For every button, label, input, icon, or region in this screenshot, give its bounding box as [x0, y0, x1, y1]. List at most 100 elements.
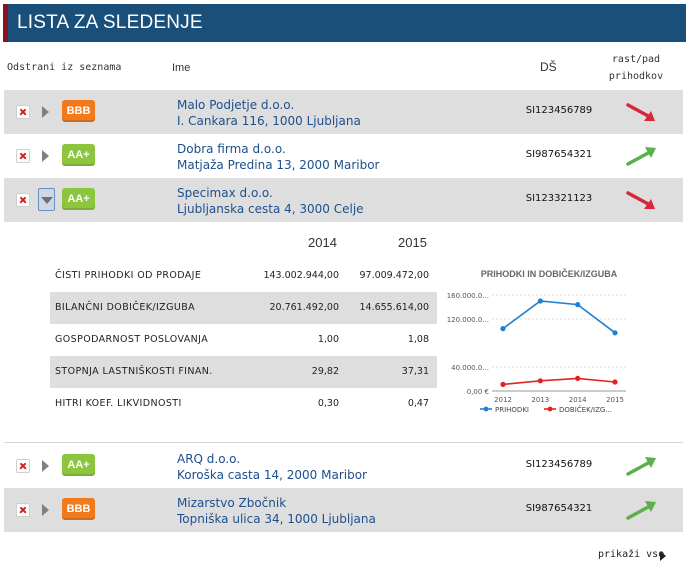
expand-icon[interactable] [42, 106, 49, 118]
chart-x-tick-label: 2013 [531, 396, 549, 404]
financial-row: STOPNJA LASTNIŠKOSTI FINAN. 29,82 37,31 [50, 356, 437, 388]
chart-data-point [612, 379, 618, 385]
chart-data-point [612, 330, 618, 336]
column-header-trend-line1: rast/pad [611, 54, 661, 65]
trend-down-arrow-icon [626, 103, 655, 121]
chart-x-tick-label: 2014 [569, 396, 587, 404]
collapse-icon[interactable] [38, 188, 55, 211]
financial-row: HITRI KOEF. LIKVIDNOSTI 0,30 0,47 [50, 388, 437, 420]
remove-icon[interactable] [16, 503, 30, 517]
watchlist-row: BBB Mizarstvo Zbočnik Topniška ulica 34,… [4, 488, 683, 532]
rating-badge: AA+ [62, 454, 95, 476]
chart-legend-label: DOBIČEK/IZG... [559, 405, 612, 414]
chart-y-tick-label: 120.000.0... [447, 316, 489, 324]
company-name[interactable]: Mizarstvo Zbočnik [177, 495, 376, 511]
financial-value-2015: 14.655.614,00 [359, 302, 429, 313]
page-header: LISTA ZA SLEDENJE [3, 4, 686, 42]
company-name[interactable]: Malo Podjetje d.o.o. [177, 97, 361, 113]
trend-up-arrow-icon [626, 147, 656, 166]
column-header-trend: rast/pad prihodkov [606, 51, 666, 85]
company-link[interactable]: Mizarstvo Zbočnik Topniška ulica 34, 100… [177, 495, 376, 527]
remove-icon[interactable] [16, 105, 30, 119]
column-header-trend-line2: prihodkov [608, 71, 664, 82]
trend-down-arrow-icon [626, 191, 655, 209]
year-header-2014: 2014 [308, 235, 337, 250]
tax-number: SI987654321 [525, 503, 593, 514]
expand-icon[interactable] [42, 150, 49, 162]
column-header-ds: DŠ [540, 60, 557, 74]
company-name[interactable]: Dobra firma d.o.o. [177, 141, 380, 157]
chart-legend-marker [483, 406, 489, 412]
chart-y-tick-label: 160.000.0... [447, 292, 489, 300]
chart-legend-marker [547, 406, 553, 412]
chart-title: PRIHODKI IN DOBIČEK/IZGUBA [481, 268, 618, 279]
chart-data-point [575, 375, 581, 381]
company-link[interactable]: Dobra firma d.o.o. Matjaža Predina 13, 2… [177, 141, 380, 173]
chart-y-tick-label: 0,00 € [467, 388, 489, 396]
company-address[interactable]: I. Cankara 116, 1000 Ljubljana [177, 113, 361, 129]
expand-icon[interactable] [42, 504, 49, 516]
rating-badge: BBB [62, 100, 95, 122]
chart-series-line [502, 377, 616, 386]
company-name[interactable]: ARQ d.o.o. [177, 451, 367, 467]
chart-data-point [500, 326, 506, 332]
financial-label: STOPNJA LASTNIŠKOSTI FINAN. [55, 366, 213, 377]
page-title: LISTA ZA SLEDENJE [17, 12, 203, 33]
rating-badge: AA+ [62, 188, 95, 210]
financial-value-2014: 20.761.492,00 [269, 302, 339, 313]
company-link[interactable]: Specimax d.o.o. Ljubljanska cesta 4, 300… [177, 185, 364, 217]
chart-x-tick-label: 2012 [494, 396, 512, 404]
tax-number: SI987654321 [525, 149, 593, 160]
financial-label: GOSPODARNOST POSLOVANJA [55, 334, 209, 345]
chart-y-tick-label: 40.000.0... [451, 364, 489, 372]
company-address[interactable]: Ljubljanska cesta 4, 3000 Celje [177, 201, 364, 217]
financial-value-2015: 97.009.472,00 [359, 270, 429, 281]
chart-data-point [575, 302, 581, 308]
financial-value-2014: 0,30 [317, 398, 339, 409]
column-header-remove: Odstrani iz seznama [7, 62, 122, 73]
expand-icon[interactable] [42, 460, 49, 472]
company-address[interactable]: Koroška casta 14, 2000 Maribor [177, 467, 367, 483]
financial-label: ČISTI PRIHODKI OD PRODAJE [55, 270, 202, 281]
remove-icon[interactable] [16, 149, 30, 163]
company-link[interactable]: Malo Podjetje d.o.o. I. Cankara 116, 100… [177, 97, 361, 129]
chart-data-point [537, 298, 543, 304]
company-link[interactable]: ARQ d.o.o. Koroška casta 14, 2000 Maribo… [177, 451, 367, 483]
company-address[interactable]: Matjaža Predina 13, 2000 Maribor [177, 157, 380, 173]
watchlist-row: AA+ Dobra firma d.o.o. Matjaža Predina 1… [4, 134, 683, 178]
rating-badge: AA+ [62, 144, 95, 166]
chart-data-point [500, 381, 506, 387]
trend-up-arrow-icon [626, 501, 656, 520]
watchlist-row: AA+ ARQ d.o.o. Koroška casta 14, 2000 Ma… [4, 444, 683, 488]
chart-x-tick-label: 2015 [606, 396, 624, 404]
financial-row: BILANČNI DOBIČEK/IZGUBA 20.761.492,00 14… [50, 292, 437, 324]
remove-icon[interactable] [16, 193, 30, 207]
tax-number: SI123456789 [525, 459, 593, 470]
tax-number: SI123456789 [525, 105, 593, 116]
trend-up-arrow-icon [626, 457, 656, 476]
show-all-link[interactable]: prikaži vse [598, 549, 664, 560]
company-detail-panel: 2014 2015 ČISTI PRIHODKI OD PRODAJE 143.… [4, 225, 683, 440]
rating-badge: BBB [62, 498, 95, 520]
financial-row: ČISTI PRIHODKI OD PRODAJE 143.002.944,00… [50, 260, 437, 292]
revenue-profit-chart: PRIHODKI IN DOBIČEK/IZGUBA 0,00 € 40.000.… [447, 268, 626, 414]
remove-icon[interactable] [16, 459, 30, 473]
year-header-2015: 2015 [398, 235, 427, 250]
chart-series-line [502, 300, 616, 334]
financial-label: BILANČNI DOBIČEK/IZGUBA [55, 302, 196, 313]
chart-data-point [537, 378, 543, 384]
divider [4, 442, 683, 443]
financial-value-2015: 0,47 [407, 398, 429, 409]
company-address[interactable]: Topniška ulica 34, 1000 Ljubljana [177, 511, 376, 527]
financial-value-2014: 143.002.944,00 [263, 270, 339, 281]
column-header-name: Ime [172, 62, 191, 74]
watchlist-row-expanded: AA+ Specimax d.o.o. Ljubljanska cesta 4,… [4, 178, 683, 222]
chevron-right-icon[interactable] [660, 551, 666, 561]
financial-value-2015: 37,31 [401, 366, 429, 377]
watchlist-row: BBB Malo Podjetje d.o.o. I. Cankara 116,… [4, 90, 683, 134]
financial-row: GOSPODARNOST POSLOVANJA 1,00 1,08 [50, 324, 437, 356]
financial-value-2015: 1,08 [407, 334, 429, 345]
chart-legend-label: PRIHODKI [495, 406, 529, 414]
company-name[interactable]: Specimax d.o.o. [177, 185, 364, 201]
tax-number: SI123321123 [525, 193, 593, 204]
